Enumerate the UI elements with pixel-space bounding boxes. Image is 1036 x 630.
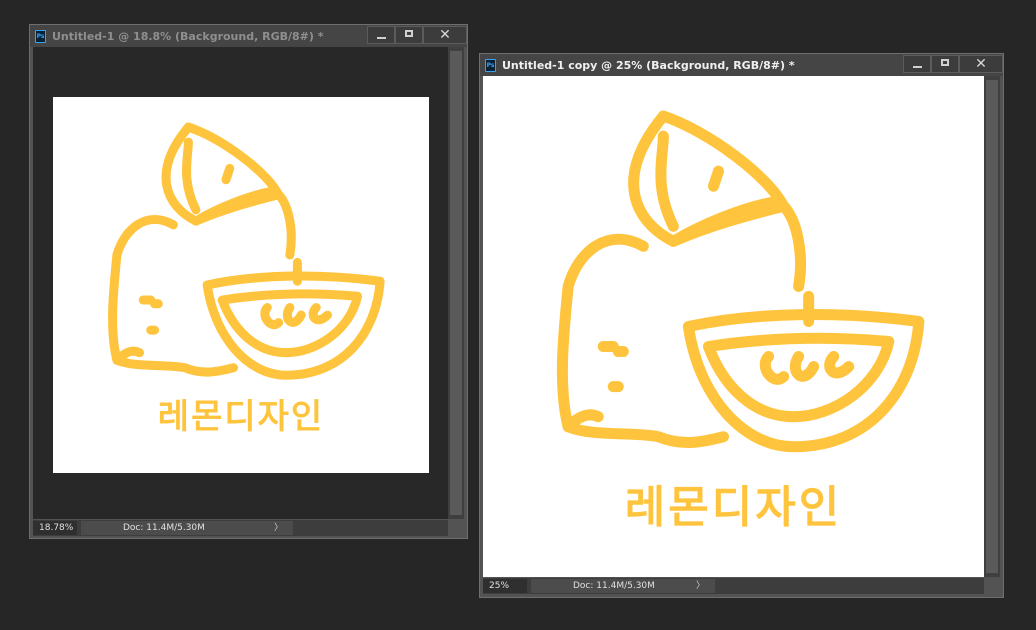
doc-info-text: Doc: 11.4M/5.30M (123, 523, 205, 533)
chevron-right-icon[interactable]: 〉 (696, 579, 705, 593)
maximize-button[interactable] (931, 55, 959, 73)
maximize-icon (405, 30, 413, 37)
window-title: Untitled-1 copy @ 25% (Background, RGB/8… (502, 58, 795, 72)
document-window-untitled-1[interactable]: Ps Untitled-1 @ 18.8% (Background, RGB/8… (29, 24, 468, 539)
canvas[interactable]: 레몬디자인 (53, 97, 429, 473)
minimize-button[interactable] (367, 26, 395, 44)
minimize-button[interactable] (903, 55, 931, 73)
window-titlebar[interactable]: Ps Untitled-1 @ 18.8% (Background, RGB/8… (30, 25, 467, 47)
status-bar: 25% Doc: 11.4M/5.30M 〉 (483, 578, 984, 594)
zoom-level[interactable]: 18.78% (33, 521, 77, 535)
zoom-level[interactable]: 25% (483, 579, 527, 593)
document-canvas-area[interactable]: 레몬디자인 (33, 47, 448, 519)
close-icon: ✕ (439, 27, 451, 43)
status-bar: 18.78% Doc: 11.4M/5.30M 〉 (33, 520, 448, 536)
document-window-untitled-1-copy[interactable]: Ps Untitled-1 copy @ 25% (Background, RG… (479, 53, 1004, 598)
canvas[interactable]: 레몬디자인 (483, 76, 984, 577)
photoshop-icon: Ps (485, 58, 496, 72)
photoshop-icon: Ps (35, 29, 46, 43)
vertical-scrollbar[interactable] (448, 47, 464, 519)
doc-info-text: Doc: 11.4M/5.30M (573, 581, 655, 591)
close-button[interactable]: ✕ (959, 55, 1003, 73)
artwork-caption: 레몬디자인 (157, 397, 325, 437)
scrollbar-thumb[interactable] (986, 80, 998, 573)
scrollbar-thumb[interactable] (450, 51, 462, 515)
maximize-icon (941, 59, 949, 66)
chevron-right-icon[interactable]: 〉 (274, 521, 283, 535)
document-canvas-area[interactable]: 레몬디자인 (483, 76, 984, 577)
doc-info[interactable]: Doc: 11.4M/5.30M 〉 (531, 579, 715, 593)
maximize-button[interactable] (395, 26, 423, 44)
minimize-icon (913, 66, 922, 68)
doc-info[interactable]: Doc: 11.4M/5.30M 〉 (81, 521, 293, 535)
artwork-caption: 레몬디자인 (624, 482, 843, 533)
close-icon: ✕ (975, 56, 987, 72)
window-titlebar[interactable]: Ps Untitled-1 copy @ 25% (Background, RG… (480, 54, 1003, 76)
minimize-icon (377, 37, 386, 39)
close-button[interactable]: ✕ (423, 26, 467, 44)
window-title: Untitled-1 @ 18.8% (Background, RGB/8#) … (52, 29, 324, 43)
vertical-scrollbar[interactable] (984, 76, 1000, 577)
